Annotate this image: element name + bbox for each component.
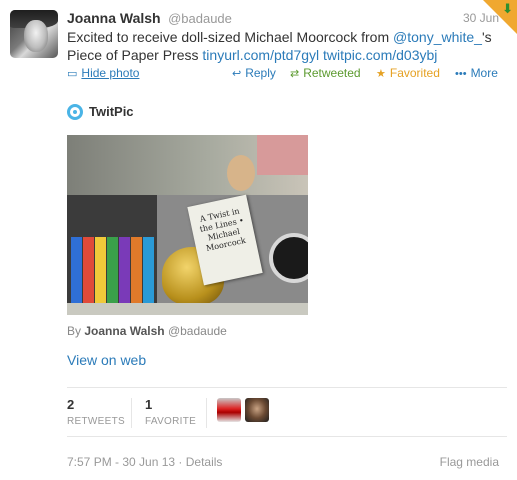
tweet-date[interactable]: 30 Jun: [463, 11, 499, 25]
retweet-corner-icon: ⬇: [502, 1, 513, 16]
photo-crayons: [67, 195, 157, 315]
favorites-label: FAVORITE: [145, 416, 197, 427]
retweets-count: 2: [67, 397, 75, 412]
provider-name[interactable]: TwitPic: [89, 104, 134, 119]
reply-action[interactable]: ↩ Reply: [232, 66, 276, 80]
stats-divider-top: [67, 387, 507, 388]
photo-shelf-edge: [67, 303, 308, 315]
more-dots-icon: •••: [455, 68, 467, 80]
retweeted-label: Retweeted: [303, 66, 361, 80]
stats-separator: [131, 398, 132, 428]
by-prefix: By: [67, 324, 82, 338]
footer-separator: ·: [175, 455, 186, 469]
by-author-name[interactable]: Joanna Walsh: [84, 324, 164, 338]
favorites-count: 1: [145, 397, 153, 412]
photo-clock: [269, 233, 308, 283]
favorited-action[interactable]: ★ Favorited: [376, 66, 440, 80]
media-provider: TwitPic: [67, 103, 134, 121]
tweet-text: Excited to receive doll-sized Michael Mo…: [67, 28, 507, 64]
retweet-icon: ⇄: [290, 68, 300, 80]
tweet-text-pre: Excited to receive doll-sized Michael Mo…: [67, 29, 394, 45]
stats-divider-bottom: [67, 436, 507, 437]
flag-media-link[interactable]: Flag media: [440, 455, 499, 469]
star-icon: ★: [376, 68, 386, 80]
details-link[interactable]: Details: [186, 455, 223, 469]
avatar-face: [24, 20, 48, 52]
media-photo[interactable]: A Twist in the Lines • Michael Moorcock: [67, 135, 308, 315]
more-label: More: [470, 66, 498, 80]
tweet-header: Joanna Walsh @badaude 30 Jun: [67, 10, 499, 28]
retweets-stat[interactable]: 2 RETWEETS: [67, 397, 125, 428]
reply-icon: ↩: [232, 68, 242, 80]
favoriter-avatar[interactable]: [245, 398, 269, 422]
author-name[interactable]: Joanna Walsh: [67, 10, 161, 26]
author-handle[interactable]: @badaude: [168, 11, 232, 26]
reply-label: Reply: [245, 66, 276, 80]
tweet-footer: 7:57 PM - 30 Jun 13 · Details Flag media: [67, 455, 499, 471]
favoriter-avatar[interactable]: [217, 398, 241, 422]
mention-link[interactable]: @tony_white_: [393, 29, 482, 45]
retweets-label: RETWEETS: [67, 416, 125, 427]
hide-photo-label: Hide photo: [81, 66, 140, 80]
by-author-handle[interactable]: @badaude: [168, 324, 227, 338]
photo-pink-box: [257, 135, 308, 175]
photo-icon: ▭: [67, 68, 78, 80]
favorited-label: Favorited: [389, 66, 440, 80]
twitpic-link[interactable]: twitpic.com/d03ybj: [323, 47, 437, 63]
view-on-web-link[interactable]: View on web: [67, 352, 146, 368]
stats-separator: [206, 398, 207, 428]
favorites-stat[interactable]: 1 FAVORITE: [145, 397, 197, 428]
tinyurl-link[interactable]: tinyurl.com/ptd7gyl: [202, 47, 319, 63]
tweet-timestamp[interactable]: 7:57 PM - 30 Jun 13: [67, 455, 175, 469]
hide-photo-action[interactable]: ▭ Hide photo: [67, 66, 139, 80]
photo-doll: [227, 155, 255, 191]
twitpic-icon: [67, 103, 83, 120]
book-cover-text: A Twist in the Lines • Michael Moorcock: [198, 206, 247, 253]
retweeted-action[interactable]: ⇄ Retweeted: [290, 66, 361, 80]
more-action[interactable]: ••• More: [455, 66, 498, 80]
author-avatar[interactable]: [10, 10, 58, 58]
media-by-line: By Joanna Walsh @badaude: [67, 324, 227, 338]
tweet-actions: ▭ Hide photo ↩ Reply ⇄ Retweeted ★ Favorited…: [67, 66, 503, 82]
